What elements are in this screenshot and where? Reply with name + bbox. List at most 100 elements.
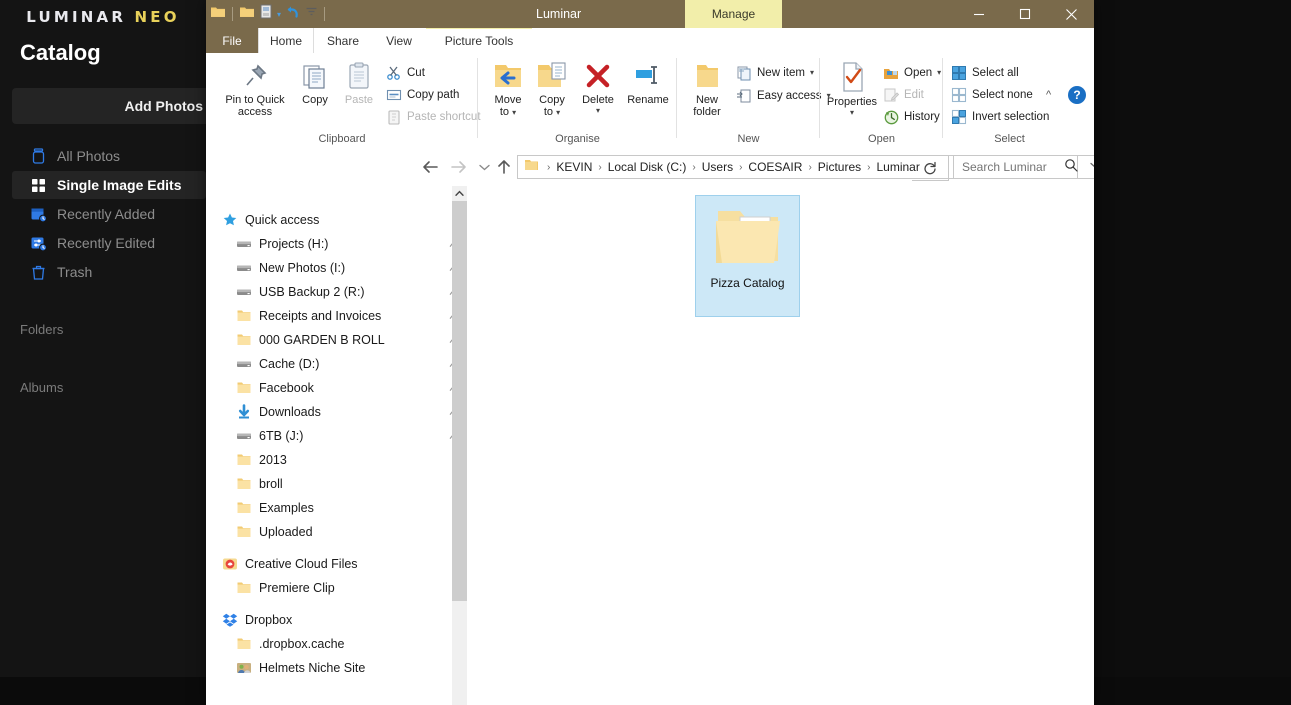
breadcrumb-segment-coesair[interactable]: COESAIR [748, 160, 802, 174]
tree-item-examples[interactable]: Examples [206, 496, 452, 520]
easy-access-button[interactable]: Easy access ▾ [736, 86, 831, 105]
qat-more-icon[interactable] [305, 5, 318, 23]
tree-item-label: .dropbox.cache [259, 637, 345, 651]
close-button[interactable] [1048, 0, 1094, 28]
tree-item-helmets-niche-site[interactable]: Helmets Niche Site [206, 656, 452, 680]
explorer-title-bar[interactable]: ▾ Manage Luminar [206, 0, 1094, 28]
minimize-button[interactable] [956, 0, 1002, 28]
tree-item-label: Projects (H:) [259, 237, 329, 251]
pin-icon [246, 64, 267, 86]
new-folder-button[interactable]: New folder [683, 61, 731, 118]
magnifier-icon[interactable] [1064, 158, 1078, 177]
easy-access-icon [737, 89, 751, 102]
copy-path-button[interactable]: Copy path [386, 85, 459, 104]
copy-button[interactable]: Copy [294, 61, 336, 106]
breadcrumb-segment-users[interactable]: Users [702, 160, 733, 174]
sidebar-item-all-photos[interactable]: All Photos [12, 142, 206, 170]
tree-item-broll[interactable]: broll [206, 472, 452, 496]
pin-to-quick-access-button[interactable]: Pin to Quick access [219, 61, 291, 118]
tree-item-dropbox-cache[interactable]: .dropbox.cache [206, 632, 452, 656]
tree-item-premiere-clip[interactable]: Premiere Clip [206, 576, 452, 600]
navigation-pane-scrollbar[interactable] [452, 186, 467, 705]
tree-item-new-photos-i[interactable]: New Photos (I:) [206, 256, 452, 280]
tree-item-uploaded[interactable]: Uploaded [206, 520, 452, 544]
paste-button[interactable]: Paste [337, 61, 381, 106]
sidebar-section-albums[interactable]: Albums [20, 380, 63, 395]
breadcrumb-segment-kevin[interactable]: KEVIN [556, 160, 592, 174]
tree-item-2013[interactable]: 2013 [206, 448, 452, 472]
tab-home[interactable]: Home [258, 28, 314, 53]
delete-icon [586, 64, 610, 88]
sidebar-item-trash[interactable]: Trash [12, 258, 206, 286]
collapse-ribbon-button[interactable]: ^ [1046, 89, 1051, 101]
search-input[interactable] [960, 159, 1064, 175]
contextual-tab-manage[interactable]: Manage [685, 0, 782, 28]
breadcrumb-segment-local-disk-c[interactable]: Local Disk (C:) [608, 160, 687, 174]
back-button[interactable] [418, 156, 442, 178]
star-icon [222, 212, 238, 228]
rename-button[interactable]: Rename [622, 61, 674, 106]
tab-picture-tools[interactable]: Picture Tools [428, 28, 530, 53]
folder-icon [236, 308, 252, 324]
tree-item-projects-h[interactable]: Projects (H:) [206, 232, 452, 256]
tree-item-6tb-j[interactable]: 6TB (J:) [206, 424, 452, 448]
qat-dropdown-icon[interactable]: ▾ [277, 10, 281, 19]
tab-share[interactable]: Share [315, 28, 371, 53]
up-button[interactable] [492, 156, 516, 178]
tree-item-label: Downloads [259, 405, 321, 419]
history-button[interactable]: History [883, 107, 940, 126]
content-pane[interactable]: Pizza Catalog [468, 186, 1094, 705]
qat-divider-2 [324, 7, 326, 21]
chevron-down-icon: ▾ [556, 108, 561, 117]
add-photos-button[interactable]: Add Photos [12, 88, 217, 124]
edit-button[interactable]: Edit [883, 85, 924, 104]
select-none-button[interactable]: Select none [951, 85, 1033, 104]
invert-selection-button[interactable]: Invert selection [951, 107, 1049, 126]
sidebar-item-recently-added[interactable]: Recently Added [12, 200, 206, 228]
sidebar-section-folders[interactable]: Folders [20, 322, 63, 337]
cut-button[interactable]: Cut [386, 63, 425, 82]
paste-shortcut-button[interactable]: Paste shortcut [386, 107, 481, 126]
breadcrumb-separator: › [808, 161, 812, 173]
sidebar-item-recently-edited[interactable]: Recently Edited [12, 229, 206, 257]
breadcrumb-segment-pictures[interactable]: Pictures [818, 160, 861, 174]
tree-item-cache-d[interactable]: Cache (D:) [206, 352, 452, 376]
tree-item-downloads[interactable]: Downloads [206, 400, 452, 424]
tab-view[interactable]: View [374, 28, 424, 53]
tab-file[interactable]: File [206, 28, 258, 53]
tree-item-quick-access[interactable]: Quick access [206, 208, 452, 232]
help-button[interactable]: ? [1068, 86, 1086, 104]
tree-item-facebook[interactable]: Facebook [206, 376, 452, 400]
tree-item-usb-backup-2-r[interactable]: USB Backup 2 (R:) [206, 280, 452, 304]
properties-small-icon[interactable] [259, 4, 273, 24]
maximize-button[interactable] [1002, 0, 1048, 28]
chevron-up-icon[interactable] [452, 186, 467, 201]
tree-item-dropbox[interactable]: Dropbox [206, 608, 452, 632]
search-box[interactable] [953, 155, 1078, 179]
undo-icon[interactable] [285, 4, 301, 25]
tree-item-label: Cache (D:) [259, 357, 320, 371]
move-to-button[interactable]: Move to ▾ [486, 61, 530, 119]
scrollbar-thumb[interactable] [452, 201, 467, 601]
file-item-pizza-catalog[interactable]: Pizza Catalog [695, 195, 800, 317]
delete-button[interactable]: Delete ▾ [574, 61, 622, 115]
sidebar-item-single-image-edits[interactable]: Single Image Edits [12, 171, 206, 199]
folder-icon[interactable] [210, 4, 226, 25]
tree-item-creative-cloud-files[interactable]: Creative Cloud Files [206, 552, 452, 576]
properties-button[interactable]: Properties ▾ [824, 61, 880, 117]
ribbon-group-title: Organise [555, 133, 600, 145]
drive-icon [236, 260, 252, 276]
tree-item-label: Quick access [245, 213, 320, 227]
folder-properties-icon[interactable] [239, 4, 255, 25]
new-item-button[interactable]: New item ▾ [736, 63, 814, 82]
tree-item-label: Dropbox [245, 613, 293, 627]
open-button[interactable]: Open ▾ [883, 63, 941, 82]
copy-label: Copy [302, 94, 328, 106]
tree-item-receipts-and-invoices[interactable]: Receipts and Invoices [206, 304, 452, 328]
forward-button[interactable] [446, 156, 470, 178]
breadcrumb-dropdown-icon[interactable] [1090, 161, 1094, 173]
tree-item-000-garden-b-roll[interactable]: 000 GARDEN B ROLL [206, 328, 452, 352]
copy-to-button[interactable]: Copy to ▾ [530, 61, 574, 119]
refresh-button[interactable] [912, 155, 949, 181]
select-all-button[interactable]: Select all [951, 63, 1019, 82]
